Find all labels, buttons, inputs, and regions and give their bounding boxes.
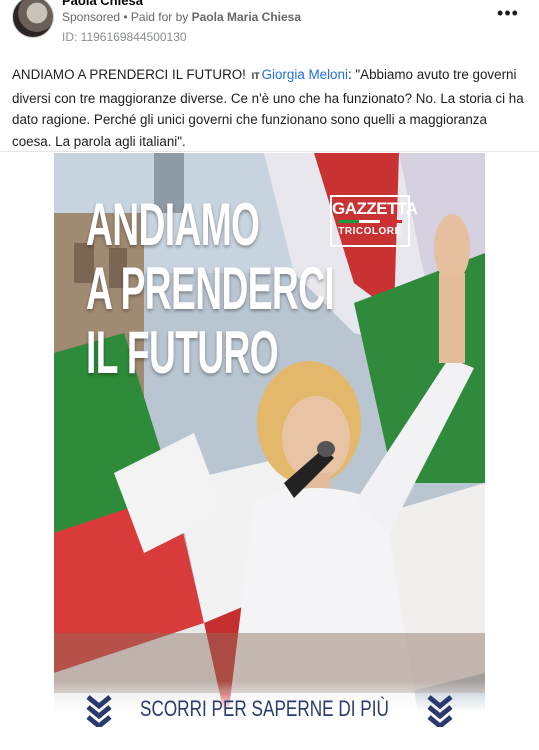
logo-line1: GAZZETTA	[332, 199, 418, 218]
chevron-down-double-icon	[86, 695, 112, 727]
chevron-down-double-icon	[427, 695, 453, 727]
separator: •	[120, 10, 131, 24]
logo-line2: TRICOLORE	[338, 226, 402, 237]
ad-id: ID: 1196169844500130	[62, 30, 187, 44]
more-options-icon[interactable]: •••	[496, 4, 520, 26]
sponsor-line: Sponsored • Paid for by Paola Maria Chie…	[62, 10, 301, 24]
headline-line: ANDIAMO	[86, 191, 260, 258]
post-text-start: ANDIAMO A PRENDERCI IL FUTURO!	[12, 67, 250, 82]
ad-headline: ANDIAMO A PRENDERCI IL FUTURO	[86, 191, 335, 386]
giorgia-meloni-link[interactable]: Giorgia Meloni	[262, 67, 348, 82]
post-text: ANDIAMO A PRENDERCI IL FUTURO! IT Giorgia…	[12, 64, 528, 152]
ad-image[interactable]: ANDIAMO A PRENDERCI IL FUTURO GAZZETTA T…	[54, 153, 485, 750]
headline-line: IL FUTURO	[86, 319, 279, 386]
paid-for-prefix: Paid for by	[130, 10, 192, 24]
divider	[0, 151, 539, 152]
headline-line: A PRENDERCI	[86, 255, 335, 322]
cta-scroll-text[interactable]: SCORRI PER SAPERNE DI PIÙ	[140, 696, 389, 722]
sponsored-post-card: Paola Chiesa Sponsored • Paid for by Pao…	[0, 0, 539, 750]
avatar[interactable]	[12, 0, 54, 38]
italy-flag-icon: IT	[251, 71, 260, 81]
logo-tricolor-bar	[338, 220, 402, 223]
gazzetta-tricolore-logo: GAZZETTA TRICOLORE	[330, 195, 418, 247]
author-name[interactable]: Paola Chiesa	[62, 0, 143, 8]
sponsored-label: Sponsored	[62, 10, 121, 24]
post-header: Paola Chiesa Sponsored • Paid for by Pao…	[0, 0, 539, 50]
paid-for-name: Paola Maria Chiesa	[191, 10, 302, 24]
